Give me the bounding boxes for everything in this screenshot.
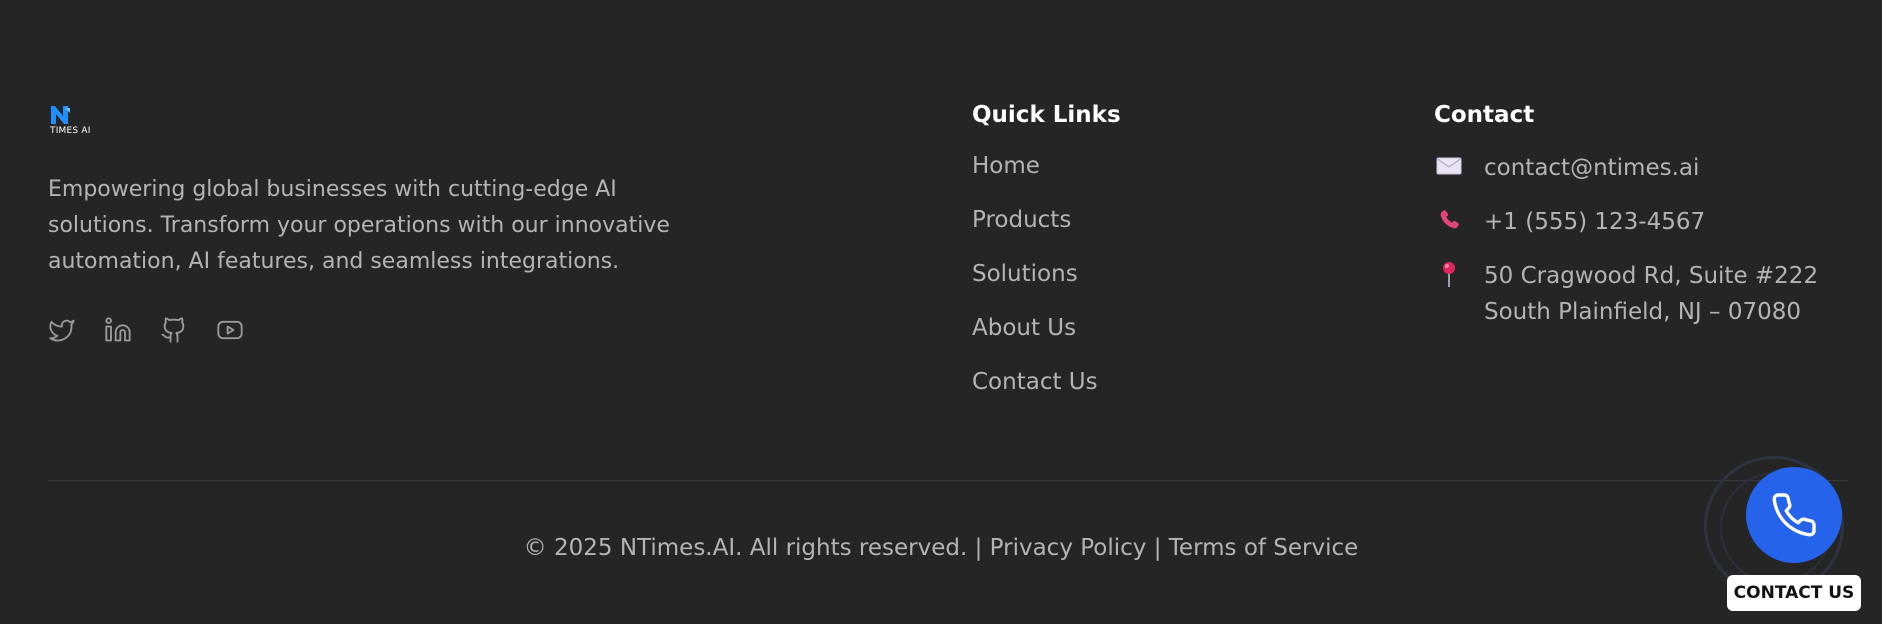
separator: |: [967, 535, 990, 561]
quick-link-about-us[interactable]: About Us: [972, 312, 1121, 366]
pushpin-icon: [1434, 258, 1464, 290]
logo[interactable]: TIMES AI: [48, 104, 108, 140]
contact-address-row: 50 Cragwood Rd, Suite #222 South Plainfi…: [1434, 258, 1818, 330]
footer-bottom-bar: © 2025 NTimes.AI. All rights reserved. |…: [0, 532, 1882, 564]
contact-phone-row: +1 (555) 123-4567: [1434, 204, 1818, 258]
brand-tagline: Empowering global businesses with cuttin…: [48, 177, 670, 274]
separator: |: [1146, 535, 1169, 561]
phone-icon: [1772, 493, 1816, 537]
brand-column: TIMES AI Empowering global businesses wi…: [48, 104, 748, 344]
phone-icon: [1434, 204, 1464, 236]
copyright-text: © 2025 NTimes.AI. All rights reserved.: [523, 535, 968, 561]
contact-email[interactable]: contact@ntimes.ai: [1484, 150, 1699, 186]
quick-link-products[interactable]: Products: [972, 204, 1121, 258]
quick-link-contact-us[interactable]: Contact Us: [972, 366, 1121, 420]
quick-links-list: Home Products Solutions About Us Contact…: [972, 150, 1121, 420]
contact-phone[interactable]: +1 (555) 123-4567: [1484, 204, 1705, 240]
privacy-policy-link[interactable]: Privacy Policy: [990, 535, 1147, 561]
quick-links-column: Quick Links Home Products Solutions Abou…: [972, 100, 1121, 420]
contact-address-line1: 50 Cragwood Rd, Suite #222: [1484, 263, 1819, 289]
twitter-icon[interactable]: [48, 316, 76, 344]
logo-text: TIMES AI: [50, 126, 91, 136]
contact-title: Contact: [1434, 102, 1535, 128]
contact-email-row: contact@ntimes.ai: [1434, 150, 1818, 204]
site-footer: TIMES AI Empowering global businesses wi…: [0, 0, 1882, 624]
quick-link-solutions[interactable]: Solutions: [972, 258, 1121, 312]
contact-address-line2: South Plainfield, NJ – 07080: [1484, 299, 1802, 325]
quick-links-title: Quick Links: [972, 102, 1121, 128]
contact-column: Contact contact@ntimes.ai +1 (555) 123-4…: [1434, 100, 1818, 330]
social-links: [48, 316, 748, 344]
quick-link-home[interactable]: Home: [972, 150, 1121, 204]
footer-divider: [48, 480, 1848, 481]
envelope-icon: [1434, 150, 1464, 182]
youtube-icon[interactable]: [216, 316, 244, 344]
contact-fab-button[interactable]: [1746, 467, 1842, 563]
contact-address: 50 Cragwood Rd, Suite #222 South Plainfi…: [1484, 258, 1818, 330]
terms-of-service-link[interactable]: Terms of Service: [1169, 535, 1359, 561]
github-icon[interactable]: [160, 316, 188, 344]
contact-us-label[interactable]: CONTACT US: [1727, 575, 1861, 611]
contact-list: contact@ntimes.ai +1 (555) 123-4567 50 C…: [1434, 150, 1818, 330]
linkedin-icon[interactable]: [104, 316, 132, 344]
